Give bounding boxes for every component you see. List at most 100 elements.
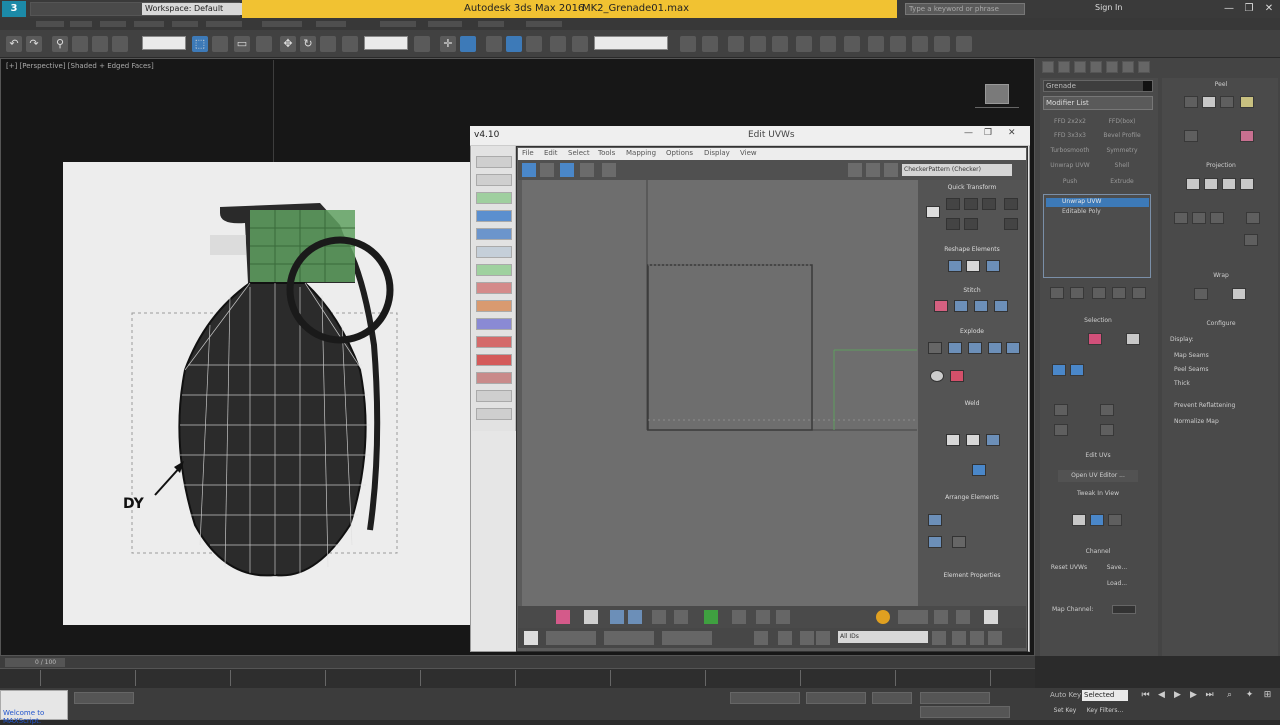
- go-to-start-icon[interactable]: ⏮: [1140, 690, 1151, 701]
- uv-mode-icon[interactable]: [866, 163, 880, 177]
- qt-align-h-icon[interactable]: [946, 198, 960, 210]
- options-icon[interactable]: [988, 631, 1002, 645]
- pack-custom-icon[interactable]: [928, 536, 942, 548]
- stitch-average-icon[interactable]: [954, 300, 968, 312]
- qt-align-v-icon[interactable]: [964, 198, 978, 210]
- qt-distribute-icon[interactable]: [964, 218, 978, 230]
- quick-planar-icon[interactable]: [1072, 514, 1086, 526]
- render-iterative-icon[interactable]: [912, 36, 928, 52]
- weld-selected-icon[interactable]: [1006, 342, 1020, 354]
- auto-key-button[interactable]: Auto Key: [1050, 691, 1081, 699]
- modifier-button[interactable]: Unwrap UVW: [1044, 160, 1096, 172]
- straighten-selection-icon[interactable]: [948, 260, 962, 272]
- reset-peel-icon[interactable]: [1220, 96, 1234, 108]
- scale-icon[interactable]: [320, 36, 336, 52]
- orbit-icon[interactable]: ✦: [1244, 690, 1255, 701]
- uv-menu-options[interactable]: Options: [666, 149, 693, 157]
- map-seams-checkbox[interactable]: Map Seams: [1174, 352, 1234, 359]
- lock-icon[interactable]: [524, 631, 538, 645]
- weld-selected-subobj-icon[interactable]: [946, 434, 960, 446]
- sign-in-link[interactable]: Sign In: [1095, 3, 1122, 12]
- planar-angle-icon[interactable]: [1100, 424, 1114, 436]
- frame-icon[interactable]: [932, 631, 946, 645]
- align-z-icon[interactable]: [1210, 212, 1224, 224]
- explode-header[interactable]: Explode: [924, 328, 1020, 337]
- select-by-element-icon[interactable]: [1100, 404, 1114, 416]
- ribbon-icon[interactable]: [750, 36, 766, 52]
- utilities-tab-icon[interactable]: [1122, 61, 1134, 73]
- shrink-selection-icon[interactable]: [1070, 364, 1084, 376]
- qt-straighten-icon[interactable]: [1004, 198, 1018, 210]
- configure-sets-icon[interactable]: [1132, 287, 1146, 299]
- peel-rollout-header[interactable]: Peel: [1166, 81, 1276, 88]
- uv-menu-edit[interactable]: Edit: [544, 149, 558, 157]
- side-tool-button[interactable]: [476, 156, 512, 168]
- quick-transform-header[interactable]: Quick Transform: [924, 184, 1020, 193]
- motion-tab-icon[interactable]: [1090, 61, 1102, 73]
- relax-icon[interactable]: [966, 260, 980, 272]
- next-frame-icon[interactable]: ▶: [1188, 690, 1199, 701]
- peel-mode-icon[interactable]: [1202, 96, 1216, 108]
- rotate-uv-icon[interactable]: [540, 163, 554, 177]
- modifier-button[interactable]: FFD 3x3x3: [1044, 130, 1096, 142]
- v-coordinate-field[interactable]: [604, 631, 654, 645]
- display-map-icon[interactable]: [584, 610, 598, 624]
- move-icon[interactable]: ✥: [280, 36, 296, 52]
- side-tool-button[interactable]: [476, 300, 512, 312]
- prevent-reflattening-checkbox[interactable]: Prevent Reflattening: [1174, 402, 1274, 409]
- stitch-header[interactable]: Stitch: [924, 287, 1020, 296]
- selection-rollout-header[interactable]: Selection: [1044, 317, 1152, 324]
- element-select-icon[interactable]: [1126, 333, 1140, 345]
- menu-item[interactable]: [100, 21, 126, 27]
- weld-target-icon[interactable]: [988, 342, 1002, 354]
- filter-selected-icon[interactable]: [610, 610, 624, 624]
- select-manipulate-icon[interactable]: ✛: [440, 36, 456, 52]
- load-uvws-button[interactable]: Load...: [1102, 580, 1132, 587]
- box-map-icon[interactable]: [1240, 178, 1254, 190]
- time-slider[interactable]: 0 / 100: [5, 658, 65, 667]
- modifier-button[interactable]: FFD(box): [1096, 116, 1148, 128]
- named-selection-icon[interactable]: [572, 36, 588, 52]
- pin-stack-icon[interactable]: [1050, 287, 1064, 299]
- selection-filter-icon[interactable]: [112, 36, 128, 52]
- render-production-icon[interactable]: [890, 36, 906, 52]
- edit-uvs-rollout-header[interactable]: Edit UVs: [1044, 452, 1152, 459]
- side-tool-button[interactable]: [476, 264, 512, 276]
- qt-flip-icon[interactable]: [1004, 218, 1018, 230]
- play-icon[interactable]: ▶: [1172, 690, 1183, 701]
- w-coordinate-field[interactable]: [662, 631, 712, 645]
- angle-snap-icon[interactable]: [506, 36, 522, 52]
- side-tool-button[interactable]: [476, 174, 512, 186]
- schematic-view-icon[interactable]: [796, 36, 812, 52]
- qt-rotate-icon[interactable]: [982, 198, 996, 210]
- ring-icon[interactable]: [1054, 424, 1068, 436]
- menu-item[interactable]: [206, 21, 242, 27]
- side-tool-button[interactable]: [476, 354, 512, 366]
- align-icon[interactable]: [702, 36, 718, 52]
- uv-menu-select[interactable]: Select: [568, 149, 590, 157]
- add-time-tag-field[interactable]: [920, 706, 1010, 718]
- stack-item-selected[interactable]: Unwrap UVW: [1046, 198, 1149, 207]
- side-tool-button[interactable]: [476, 390, 512, 402]
- normalize-map-checkbox[interactable]: Normalize Map: [1174, 418, 1254, 425]
- render-setup-icon[interactable]: [844, 36, 860, 52]
- modifier-button[interactable]: Push: [1044, 176, 1096, 188]
- seam-point-icon[interactable]: [1184, 130, 1198, 142]
- uvw-close-icon[interactable]: ✕: [1008, 128, 1016, 138]
- workspace-dropdown[interactable]: Workspace: Default: [142, 3, 242, 15]
- arrange-elements-header[interactable]: Arrange Elements: [924, 494, 1020, 503]
- search-input[interactable]: Type a keyword or phrase: [905, 3, 1025, 15]
- side-tool-button[interactable]: [476, 282, 512, 294]
- remove-modifier-icon[interactable]: [1112, 287, 1126, 299]
- weld-threshold-icon[interactable]: [986, 434, 1000, 446]
- key-filters-button[interactable]: Key Filters...: [1082, 707, 1128, 714]
- undo-icon[interactable]: ↶: [6, 36, 22, 52]
- menu-item[interactable]: [134, 21, 164, 27]
- make-unique-icon[interactable]: [1092, 287, 1106, 299]
- link-icon[interactable]: ⚲: [52, 36, 68, 52]
- bind-spacewarp-icon[interactable]: [92, 36, 108, 52]
- mirror-uv-icon[interactable]: [602, 163, 616, 177]
- placement-icon[interactable]: [342, 36, 358, 52]
- show-grid-icon[interactable]: [952, 631, 966, 645]
- modifier-button[interactable]: Symmetry: [1096, 145, 1148, 157]
